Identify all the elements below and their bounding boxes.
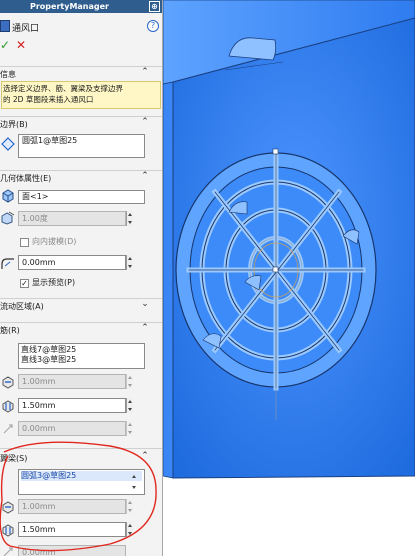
ribs-selection-box[interactable]: 直线7@草图25 直线3@草图25 — [18, 343, 145, 369]
flow-area-group: 流动区域(A) ⌄ — [0, 298, 162, 320]
spars-list-scroll[interactable] — [131, 473, 138, 491]
ok-button[interactable]: ✓ — [0, 38, 12, 52]
spar-width-icon — [2, 524, 14, 537]
info-text-line1: 选择定义边界、筋、翼梁及支撑边界 — [3, 84, 123, 93]
flow-area-group-title[interactable]: 流动区域(A) — [0, 301, 44, 312]
vent-model-view[interactable] — [163, 0, 415, 556]
rib-width-icon — [2, 400, 14, 413]
spars-selection-box[interactable]: 圆弧3@草图25 — [18, 469, 145, 495]
info-message-box: 选择定义边界、筋、翼梁及支撑边界 的 2D 草图段来插入通风口 — [1, 81, 161, 109]
spars-selection-item[interactable]: 圆弧3@草图25 — [21, 471, 142, 481]
feature-title-row: 通风口 ? — [0, 16, 162, 36]
face-selection-box[interactable]: 面<1> — [18, 190, 145, 204]
spar-width-input[interactable]: 1.50mm — [18, 522, 126, 537]
spar-offset-value: 0.00mm — [22, 548, 56, 556]
draft-angle-input[interactable]: 1.00度 — [18, 211, 126, 226]
rib-depth-value: 1.00mm — [22, 377, 56, 386]
boundary-group: 边界(B) ⌃ 圆弧1@草图25 — [0, 116, 162, 166]
spar-depth-input[interactable]: 1.00mm — [18, 499, 126, 514]
rib-width-spinner[interactable] — [126, 398, 133, 413]
boundary-selection-value: 圆弧1@草图25 — [22, 136, 78, 145]
cancel-button[interactable]: ✕ — [16, 38, 28, 52]
rib-offset-spinner[interactable] — [126, 421, 133, 436]
show-preview-label: 显示预览(P) — [32, 278, 76, 287]
help-icon[interactable]: ? — [147, 20, 159, 32]
vent-feature-icon — [0, 20, 10, 32]
boundary-selection-box[interactable]: 圆弧1@草图25 — [18, 134, 145, 158]
draft-angle-spinner[interactable] — [126, 211, 133, 226]
geometry-properties-group: 几何体属性(E) ⌃ 面<1> 1.00度 向内拔模(D) 0.00mm ✓ 显… — [0, 170, 162, 294]
sketch-center-point[interactable] — [272, 266, 279, 273]
model-left-edge — [163, 81, 174, 479]
collapse-icon[interactable]: ⌃ — [140, 171, 150, 181]
rib-width-input[interactable]: 1.50mm — [18, 398, 126, 413]
spar-depth-spinner[interactable] — [126, 499, 133, 514]
draft-inward-checkbox[interactable] — [20, 238, 29, 247]
ribs-selection-item[interactable]: 直线7@草图25 — [21, 345, 142, 355]
spars-group: 翼梁(S) ⌃ 圆弧3@草图25 1.00mm 1.50mm 0.00mm — [0, 448, 162, 556]
fillet-radius-value: 0.00mm — [22, 258, 56, 267]
fillet-radius-spinner[interactable] — [126, 255, 133, 270]
property-manager-panel: PropertyManager ⊕ 通风口 ? ✓ ✕ 信息 ⌃ 选择定义边界、… — [0, 0, 163, 556]
boundary-group-title[interactable]: 边界(B) — [0, 119, 28, 130]
show-preview-checkbox[interactable]: ✓ — [20, 279, 29, 288]
draft-inward-label: 向内拔模(D) — [32, 237, 77, 246]
spar-depth-value: 1.00mm — [22, 502, 56, 511]
fillet-radius-icon — [1, 258, 14, 269]
info-text-line2: 的 2D 草图段来插入通风口 — [3, 95, 94, 104]
info-group: 信息 ⌃ 选择定义边界、筋、翼梁及支撑边界 的 2D 草图段来插入通风口 — [0, 66, 162, 112]
rib-offset-icon — [3, 424, 13, 434]
rib-offset-input[interactable]: 0.00mm — [18, 421, 126, 436]
graphics-viewport[interactable] — [163, 0, 415, 556]
boundary-selection-icon — [1, 137, 15, 151]
collapse-icon[interactable]: ⌃ — [140, 323, 150, 333]
geometry-group-title[interactable]: 几何体属性(E) — [0, 173, 51, 184]
spar-offset-input[interactable]: 0.00mm — [18, 545, 126, 556]
spar-width-spinner[interactable] — [126, 522, 133, 537]
rib-offset-value: 0.00mm — [22, 424, 56, 433]
rib-depth-icon — [2, 376, 14, 389]
collapse-icon[interactable]: ⌃ — [140, 67, 150, 77]
spar-offset-icon — [3, 547, 13, 556]
spar-depth-icon — [2, 501, 14, 514]
rib-width-value: 1.50mm — [22, 401, 56, 410]
property-manager-title: PropertyManager — [30, 2, 109, 11]
property-manager-header: PropertyManager ⊕ — [0, 0, 162, 13]
spars-group-title[interactable]: 翼梁(S) — [0, 453, 27, 464]
ribs-group: 筋(R) ⌃ 直线7@草图25 直线3@草图25 1.00mm 1.50mm 0… — [0, 322, 162, 446]
collapse-icon[interactable]: ⌃ — [140, 117, 150, 127]
info-group-title[interactable]: 信息 — [0, 69, 16, 80]
sketch-point[interactable] — [272, 148, 279, 155]
draft-angle-value: 1.00度 — [22, 214, 48, 223]
ribs-group-title[interactable]: 筋(R) — [0, 325, 20, 336]
fillet-radius-input[interactable]: 0.00mm — [18, 255, 126, 270]
pin-icon[interactable]: ⊕ — [149, 1, 160, 12]
feature-title: 通风口 — [12, 24, 40, 34]
rib-depth-input[interactable]: 1.00mm — [18, 374, 126, 389]
expand-icon[interactable]: ⌄ — [140, 299, 150, 309]
spar-width-value: 1.50mm — [22, 525, 56, 534]
face-cube-icon — [2, 189, 14, 203]
draft-angle-icon — [1, 211, 15, 225]
collapse-icon[interactable]: ⌃ — [140, 451, 150, 461]
face-selection-value: 面<1> — [22, 192, 49, 201]
ribs-selection-item[interactable]: 直线3@草图25 — [21, 355, 142, 365]
rib-depth-spinner[interactable] — [126, 374, 133, 389]
